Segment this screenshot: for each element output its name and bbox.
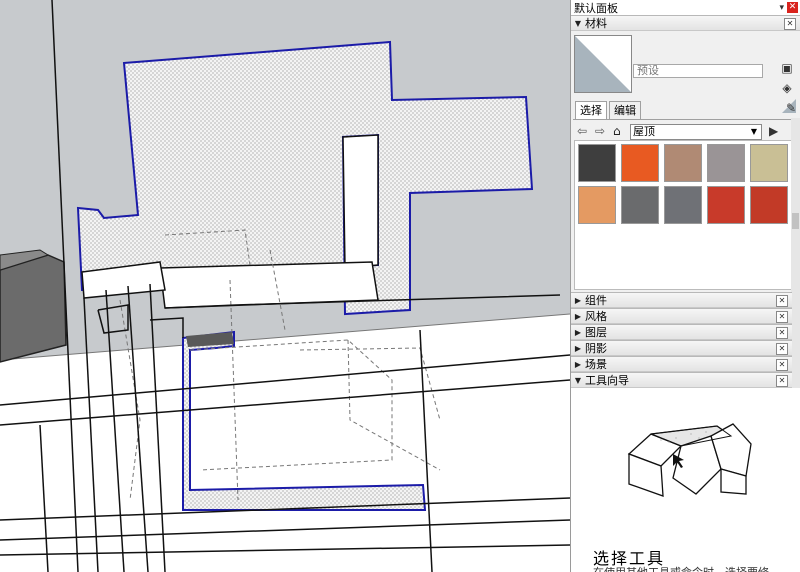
close-section-icon[interactable]: ✕ [776, 295, 788, 307]
section-label: 工具向导 [585, 374, 629, 387]
collapse-arrow-icon: ▼ [574, 18, 582, 28]
swatch-material[interactable] [707, 186, 745, 224]
swatch-material[interactable] [664, 144, 702, 182]
expand-arrow-icon: ▶ [574, 311, 582, 321]
library-selected: 屋顶 [633, 125, 655, 138]
expand-arrow-icon: ▶ [574, 343, 582, 353]
default-material-icon[interactable]: ▣ [780, 61, 794, 75]
swatch-material[interactable] [750, 186, 788, 224]
instructor-content: 选择工具 在使用其他工具或命令时，选择要修 [571, 388, 800, 572]
tray-titlebar: 默认面板 ▾ ✕ [571, 0, 800, 15]
section-label: 场景 [585, 358, 607, 371]
library-nav: ⇦ ⇨ ⌂ 屋顶 ▼ ▶ [571, 120, 800, 142]
home-icon[interactable]: ⌂ [613, 124, 621, 138]
section-label: 图层 [585, 326, 607, 339]
tab-edit[interactable]: 编辑 [609, 101, 641, 119]
create-material-icon[interactable]: ◈ [780, 81, 794, 95]
close-section-icon[interactable]: ✕ [776, 375, 788, 387]
viewport-canvas[interactable] [0, 0, 570, 572]
material-swatches [574, 140, 794, 290]
swatch-material[interactable] [707, 144, 745, 182]
swatch-material[interactable] [621, 144, 659, 182]
details-icon[interactable]: ▶ [769, 124, 778, 138]
expand-arrow-icon: ▶ [574, 359, 582, 369]
close-section-icon[interactable]: ✕ [776, 343, 788, 355]
house-illustration [627, 423, 752, 497]
scenes-section-header[interactable]: ▶ 场景 ✕ [571, 356, 792, 372]
close-section-icon[interactable]: ✕ [776, 359, 788, 371]
tray-title: 默认面板 [574, 1, 618, 15]
styles-section-header[interactable]: ▶ 风格 ✕ [571, 308, 792, 324]
instructor-section-header[interactable]: ▼ 工具向导 ✕ [571, 372, 792, 388]
swatch-material[interactable] [664, 186, 702, 224]
close-section-icon[interactable]: ✕ [784, 18, 796, 30]
tab-select[interactable]: 选择 [575, 101, 607, 119]
section-label: 阴影 [585, 342, 607, 355]
forward-icon[interactable]: ⇨ [595, 124, 605, 138]
scrollbar-thumb[interactable] [792, 213, 799, 229]
swatch-material[interactable] [621, 186, 659, 224]
section-label: 组件 [585, 294, 607, 307]
materials-section-label: 材料 [585, 17, 607, 30]
expand-arrow-icon: ▶ [574, 295, 582, 305]
close-icon[interactable]: ✕ [787, 2, 798, 13]
guide-text: 在使用其他工具或命令时，选择要修 [593, 564, 769, 572]
swatch-material[interactable] [750, 144, 788, 182]
close-section-icon[interactable]: ✕ [776, 311, 788, 323]
material-preview [574, 35, 632, 93]
materials-tabs: 选择 编辑 ✎ [573, 99, 798, 120]
expand-arrow-icon: ▶ [574, 327, 582, 337]
back-icon[interactable]: ⇦ [577, 124, 587, 138]
layers-section-header[interactable]: ▶ 图层 ✕ [571, 324, 792, 340]
dark-block [0, 254, 67, 363]
eyedropper-icon[interactable]: ✎ [786, 101, 796, 115]
collapse-arrow-icon: ▼ [574, 375, 582, 385]
chevron-down-icon: ▼ [750, 127, 758, 136]
modeling-viewport[interactable] [0, 0, 570, 572]
components-section-header[interactable]: ▶ 组件 ✕ [571, 292, 792, 308]
materials-section-header[interactable]: ▼ 材料 ✕ [571, 15, 800, 31]
material-name-field[interactable]: 预设 [633, 64, 763, 78]
section-label: 风格 [585, 310, 607, 323]
default-tray: 默认面板 ▾ ✕ ▼ 材料 ✕ 预设 ▣ ◈ 选择 编辑 ✎ ⇦ ⇨ ⌂ 屋顶 … [570, 0, 800, 572]
shadows-section-header[interactable]: ▶ 阴影 ✕ [571, 340, 792, 356]
close-section-icon[interactable]: ✕ [776, 327, 788, 339]
pin-icon[interactable]: ▾ [779, 3, 784, 13]
material-info: 预设 ▣ ◈ [571, 31, 800, 113]
swatch-material[interactable] [578, 144, 616, 182]
swatch-material[interactable] [578, 186, 616, 224]
library-dropdown[interactable]: 屋顶 ▼ [630, 124, 762, 140]
